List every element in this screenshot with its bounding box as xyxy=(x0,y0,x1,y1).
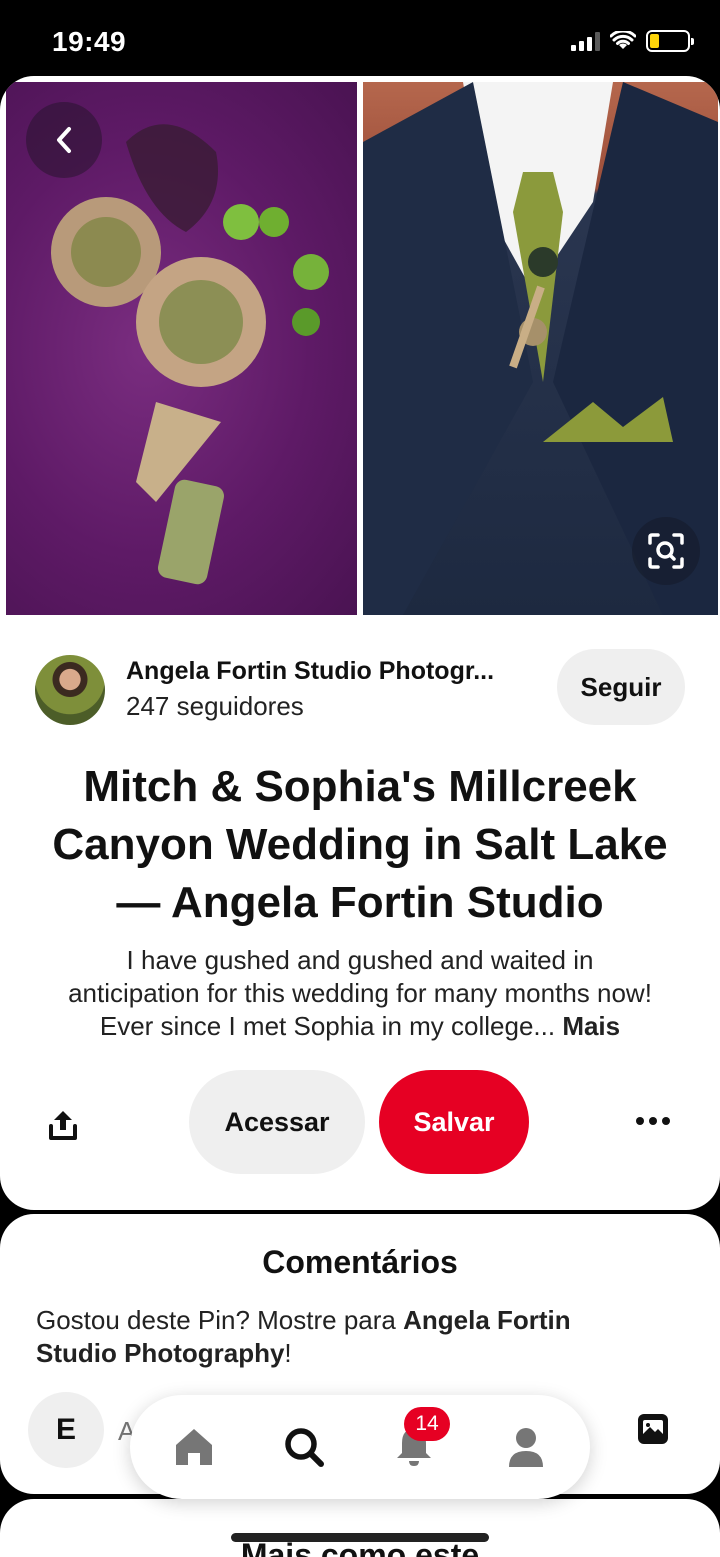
wifi-icon xyxy=(610,31,636,49)
comments-title: Comentários xyxy=(262,1244,458,1280)
pin-description-line: anticipation for this wedding for many m… xyxy=(68,978,652,1008)
visit-button[interactable]: Acessar xyxy=(189,1070,365,1174)
home-indicator xyxy=(231,1533,489,1542)
pin-description: I have gushed and gushed and waited in a… xyxy=(30,944,690,1043)
creator-mention: Angela Fortin xyxy=(403,1305,571,1335)
pin-description-line: Ever since I met Sophia in my college... xyxy=(99,1011,556,1041)
more-icon[interactable] xyxy=(628,1106,678,1136)
visual-search-button[interactable] xyxy=(632,517,700,585)
visual-search-icon xyxy=(648,533,684,569)
user-avatar: E xyxy=(28,1392,104,1468)
status-time: 19:49 xyxy=(52,26,127,57)
share-icon xyxy=(49,1111,77,1140)
pin-description-line: I have gushed and gushed and waited in xyxy=(126,945,594,975)
bottom-nav: 14 xyxy=(130,1395,590,1499)
status-bar: 19:49 xyxy=(0,0,720,78)
nav-profile[interactable] xyxy=(500,1421,552,1473)
follow-button[interactable]: Seguir xyxy=(557,649,685,725)
photo-icon[interactable] xyxy=(636,1412,670,1446)
signal-icon xyxy=(571,31,600,51)
nav-home[interactable] xyxy=(168,1421,220,1473)
back-icon xyxy=(57,127,71,153)
boutonniere-photo xyxy=(6,82,357,615)
action-row: Acessar Salvar xyxy=(0,1070,720,1174)
nav-search[interactable] xyxy=(278,1421,330,1473)
battery-icon xyxy=(646,30,694,52)
groom-suit-photo xyxy=(363,82,718,615)
pin-image[interactable] xyxy=(6,82,718,615)
pin-title: Mitch & Sophia's Millcreek Canyon Weddin… xyxy=(20,758,700,932)
creator-name[interactable]: Angela Fortin Studio Photogr... xyxy=(126,657,494,686)
profile-icon xyxy=(509,1428,543,1467)
avatar[interactable] xyxy=(35,655,105,725)
creator-followers: 247 seguidores xyxy=(126,691,304,721)
more-like-card: Mais como este xyxy=(0,1499,720,1557)
home-icon xyxy=(176,1429,212,1465)
pin-card: Angela Fortin Studio Photogr... 247 segu… xyxy=(0,76,720,1210)
creator-mention: Studio Photography xyxy=(36,1338,285,1368)
pin-title-line: Canyon Wedding in Salt Lake xyxy=(52,820,668,869)
more-link[interactable]: Mais xyxy=(562,1011,620,1041)
creator-row: Angela Fortin Studio Photogr... 247 segu… xyxy=(0,649,720,729)
comments-prompt: Gostou deste Pin? Mostre para Angela For… xyxy=(36,1304,686,1370)
search-icon xyxy=(285,1428,324,1467)
comments-prompt-suffix: ! xyxy=(284,1338,292,1368)
status-icons xyxy=(571,30,694,52)
share-button[interactable] xyxy=(38,1100,88,1150)
notifications-badge: 14 xyxy=(404,1407,450,1441)
pin-title-line: Mitch & Sophia's Millcreek xyxy=(83,762,637,811)
back-button[interactable] xyxy=(26,102,102,178)
pin-title-line: — Angela Fortin Studio xyxy=(116,878,604,927)
save-button[interactable]: Salvar xyxy=(379,1070,529,1174)
comments-prompt-text: Gostou deste Pin? Mostre para xyxy=(36,1305,404,1335)
